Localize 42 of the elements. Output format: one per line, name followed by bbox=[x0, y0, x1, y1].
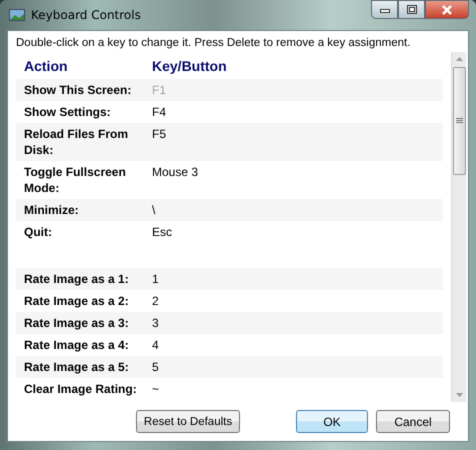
action-label: Show Settings: bbox=[23, 104, 112, 121]
scroll-up-icon[interactable] bbox=[456, 57, 462, 61]
reset-button[interactable]: Reset to Defaults bbox=[136, 410, 240, 433]
minimize-button[interactable] bbox=[371, 0, 398, 19]
key-binding[interactable]: 3 bbox=[144, 315, 159, 334]
close-button[interactable] bbox=[425, 0, 469, 19]
ok-button[interactable]: OK bbox=[296, 410, 368, 433]
action-label: Show This Screen: bbox=[23, 82, 132, 99]
action-label: Rate Image as a 1: bbox=[23, 271, 130, 288]
key-binding[interactable]: 5 bbox=[144, 359, 159, 378]
landscape-icon bbox=[9, 9, 25, 21]
action-label: Quit: bbox=[23, 224, 53, 241]
action-label: Rate Image as a 4: bbox=[23, 337, 130, 354]
key-binding[interactable]: \ bbox=[144, 202, 156, 221]
action-label: Rate Image as a 3: bbox=[23, 315, 130, 332]
cancel-button[interactable]: Cancel bbox=[376, 410, 450, 433]
window-title: Keyboard Controls bbox=[31, 8, 142, 22]
instruction-text: Double-click on a key to change it. Press Delete to remove a key assignment. bbox=[16, 37, 412, 49]
action-label: Clear Image Rating: bbox=[23, 381, 138, 398]
column-header: Action bbox=[23, 58, 69, 75]
key-binding[interactable]: F5 bbox=[144, 126, 166, 161]
key-binding[interactable]: F4 bbox=[144, 104, 166, 123]
action-label: Rate Image as a 5: bbox=[23, 359, 130, 376]
key-binding[interactable]: 4 bbox=[144, 337, 159, 356]
key-binding[interactable]: ~ bbox=[144, 381, 160, 400]
maximize-icon bbox=[406, 5, 416, 14]
action-label: Toggle Fullscreen Mode: bbox=[23, 164, 127, 197]
grip-icon bbox=[456, 118, 462, 124]
scroll-down-icon[interactable] bbox=[456, 393, 462, 397]
maximize-button[interactable] bbox=[398, 0, 425, 19]
scrollbar[interactable] bbox=[451, 52, 466, 402]
minimize-icon bbox=[380, 6, 390, 12]
key-binding[interactable]: Esc bbox=[144, 224, 172, 243]
action-label: Rate Image as a 2: bbox=[23, 293, 130, 310]
key-binding[interactable]: 1 bbox=[144, 271, 159, 290]
key-binding[interactable]: Mouse 3 bbox=[144, 164, 198, 199]
action-label: Minimize: bbox=[23, 202, 80, 219]
scroll-thumb[interactable] bbox=[452, 67, 466, 175]
action-label: Reload Files From Disk: bbox=[23, 126, 130, 159]
close-icon bbox=[441, 4, 453, 14]
key-binding[interactable]: 2 bbox=[144, 293, 159, 312]
column-header: Key/Button bbox=[151, 58, 227, 75]
